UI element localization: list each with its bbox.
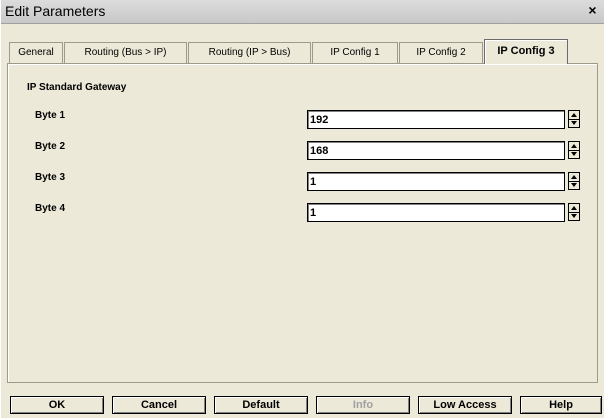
byte-1-input[interactable] [310,112,560,127]
tab-general[interactable]: General [9,42,63,63]
tab-routing-bus-ip[interactable]: Routing (Bus > IP) [64,42,187,63]
byte-3-label: Byte 3 [35,172,66,183]
byte-1-spinner[interactable] [568,110,580,128]
spin-down-arrow-icon[interactable] [569,181,579,189]
spin-down-arrow-icon[interactable] [569,150,579,158]
spin-down-arrow-icon[interactable] [569,212,579,220]
info-button[interactable]: Info [316,396,410,414]
tab-ip-config-2[interactable]: IP Config 2 [399,42,483,63]
tab-strip: General Routing (Bus > IP) Routing (IP >… [7,39,597,64]
edit-parameters-dialog: Edit Parameters × General Routing (Bus >… [0,0,604,418]
section-title: IP Standard Gateway [27,82,127,93]
close-icon[interactable]: × [585,3,600,18]
byte-4-field-box [307,203,565,222]
window-title: Edit Parameters [5,3,106,19]
byte-3-spinner[interactable] [568,172,580,190]
byte-1-label: Byte 1 [35,110,66,121]
cancel-button[interactable]: Cancel [112,396,206,414]
byte-3-input[interactable] [310,174,560,189]
ok-button[interactable]: OK [10,396,104,414]
byte-2-field-box [307,141,565,160]
spin-down-arrow-icon[interactable] [569,119,579,127]
default-button[interactable]: Default [214,396,308,414]
byte-1-field-box [307,110,565,129]
byte-4-input[interactable] [310,205,560,220]
byte-2-spinner[interactable] [568,141,580,159]
title-bar[interactable]: Edit Parameters × [1,0,604,24]
byte-4-spinner[interactable] [568,203,580,221]
byte-4-label: Byte 4 [35,203,66,214]
low-access-button[interactable]: Low Access [418,396,512,414]
tab-routing-ip-bus[interactable]: Routing (IP > Bus) [188,42,311,63]
byte-2-input[interactable] [310,143,560,158]
byte-2-label: Byte 2 [35,141,66,152]
help-button[interactable]: Help [520,396,602,414]
tab-ip-config-1[interactable]: IP Config 1 [312,42,398,63]
tab-ip-config-3[interactable]: IP Config 3 [484,39,568,64]
byte-3-field-box [307,172,565,191]
